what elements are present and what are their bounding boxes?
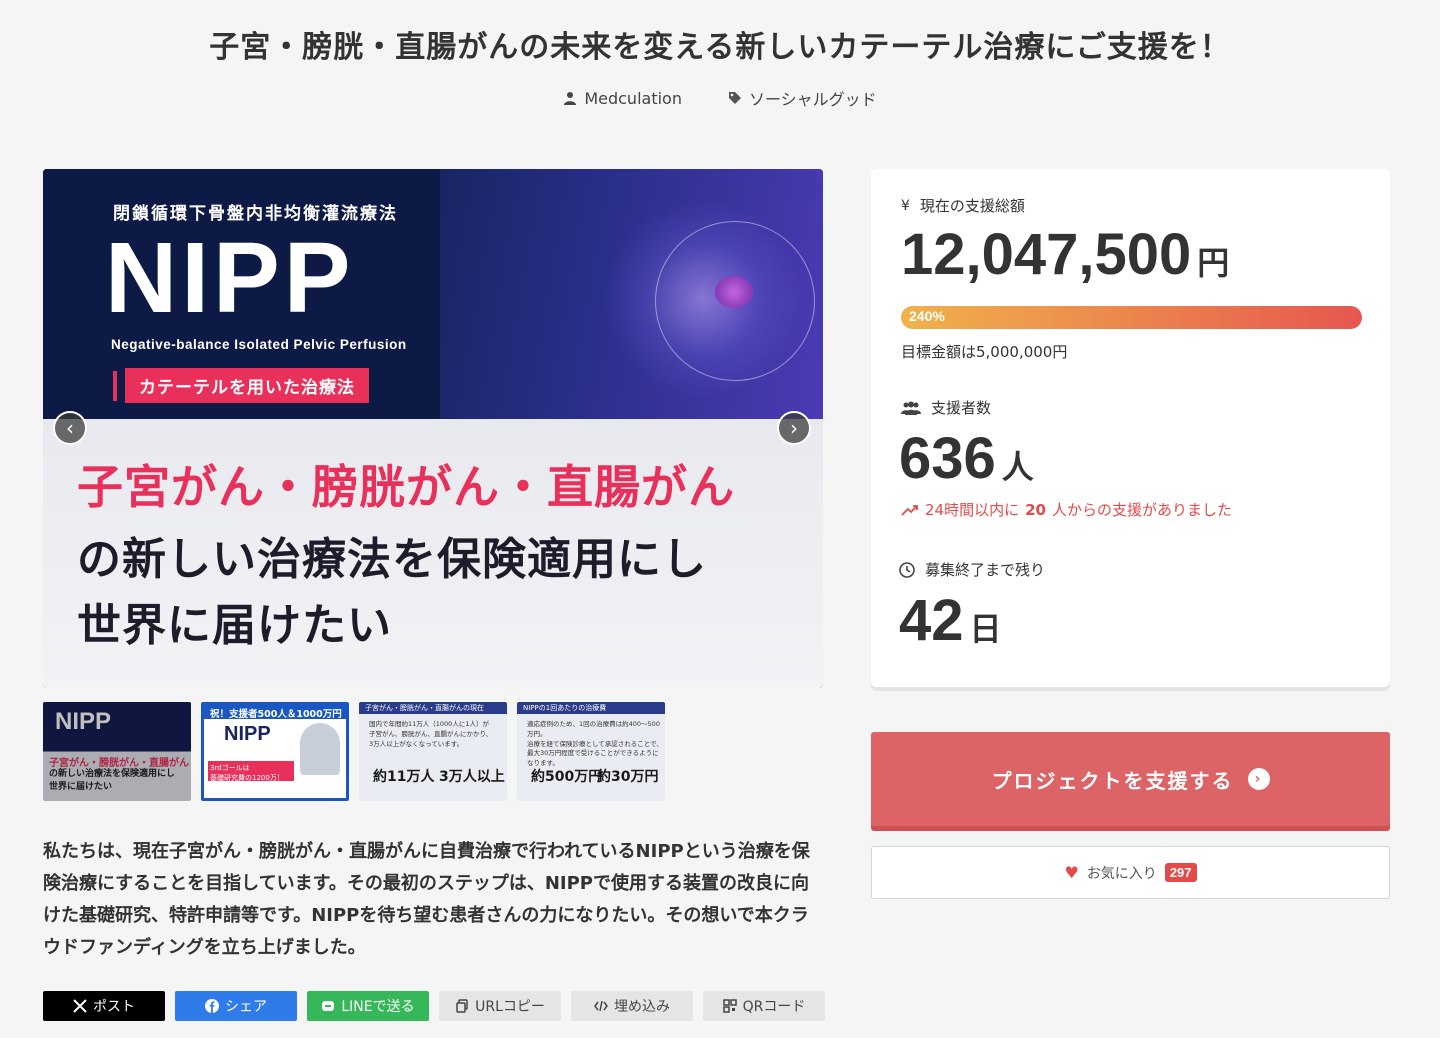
share-line-label: LINEで送る xyxy=(341,999,415,1015)
thumb4-header: NIPPの1回あたりの治療費 xyxy=(517,702,665,714)
total-label: 現在の支援総額 xyxy=(919,197,1025,215)
total-label-row: ¥ 現在の支援総額 xyxy=(901,195,1025,216)
funding-panel: ¥ 現在の支援総額 12,047,500 円 240% 目標金額は5,000,0… xyxy=(871,169,1390,687)
favorite-label: お気に入り xyxy=(1086,865,1157,882)
owner-name: Medculation xyxy=(584,88,682,108)
thumb2-goal-box: 3rdゴールは 基礎研究費の1200万！ xyxy=(208,761,294,782)
thumb3-stat-1: 約11万人 xyxy=(373,769,435,785)
thumb2-portrait xyxy=(300,723,340,775)
line-icon xyxy=(322,1001,335,1011)
remaining-days-row: 42 日 xyxy=(899,587,1002,654)
carousel-prev-button[interactable]: ‹ xyxy=(53,411,87,445)
tumor-illustration xyxy=(715,276,753,308)
carousel-next-button[interactable]: › xyxy=(777,411,811,445)
copy-icon xyxy=(456,999,468,1013)
recent-backers-note: 24時間以内に 20 人からの支援がありました xyxy=(901,499,1232,520)
x-logo-icon xyxy=(73,999,87,1013)
thumb3-header: 子宮がん・膀胱がん・直腸がんの現在 xyxy=(359,702,507,714)
thumb2-logo: NIPP xyxy=(224,723,271,745)
project-meta: Medculation ソーシャルグッド xyxy=(0,86,1440,110)
backers-count-row: 636 人 xyxy=(899,425,1034,492)
catheter-tag-bar xyxy=(113,370,117,401)
code-icon xyxy=(594,1000,608,1012)
thumb4-stat-2: 約30万円 xyxy=(597,769,659,785)
recent-count: 20 xyxy=(1025,500,1046,519)
thumb1-active-shade xyxy=(43,702,191,801)
share-x-label: ポスト xyxy=(93,999,135,1015)
share-facebook-label: シェア xyxy=(225,999,267,1015)
embed-label: 埋め込み xyxy=(614,999,670,1015)
facebook-icon xyxy=(205,999,219,1013)
project-title: 子宮・膀胱・直腸がんの未来を変える新しいカテーテル治療にご支援を！ xyxy=(209,30,1231,65)
hero-catheter-tag: カテーテルを用いた治療法 xyxy=(113,368,369,403)
total-amount: 12,047,500 xyxy=(901,222,1192,287)
progress-bar: 240% xyxy=(901,306,1362,329)
embed-button[interactable]: 埋め込み xyxy=(571,991,693,1021)
qr-code-button[interactable]: QRコード xyxy=(703,991,825,1021)
thumb3-text: 国内で年間約11万人（1000人に1人）が 子宮がん、膀胱がん、直腸がんにかかり、… xyxy=(369,720,493,748)
hero-carousel[interactable]: 閉鎖循環下骨盤内非均衡灌流療法 NIPP Negative-balance Is… xyxy=(43,169,823,688)
trending-up-icon xyxy=(901,504,918,516)
chevron-right-icon: › xyxy=(1247,768,1270,790)
qr-icon xyxy=(722,999,737,1013)
hero-headline-2: の新しい治療法を保険適用にし xyxy=(77,534,707,585)
total-unit: 円 xyxy=(1197,244,1230,282)
remaining-label-row: 募集終了まで残り xyxy=(899,559,1045,580)
backers-label: 支援者数 xyxy=(931,399,992,417)
thumbnail-2[interactable]: 祝！支援者500人＆1000万円達成！ NIPP 3rdゴールは基礎研究費の12… xyxy=(201,702,349,801)
project-description: 私たちは、現在子宮がん・膀胱がん・直腸がんに自費治療で行われているNIPPという… xyxy=(43,841,810,958)
remaining-unit: 日 xyxy=(969,610,1002,648)
yen-icon: ¥ xyxy=(901,197,910,214)
carousel-thumbnails: NIPP 子宮がん・膀胱がん・直腸がん の新しい治療法を保険適用にし 世界に届けた… xyxy=(43,702,665,801)
share-bar: ポスト シェア LINEで送る URLコピー 埋め込み QRコード xyxy=(43,991,825,1021)
remaining-label: 募集終了まで残り xyxy=(925,561,1046,579)
share-x-button[interactable]: ポスト xyxy=(43,991,165,1021)
favorite-button[interactable]: ♥ お気に入り 297 xyxy=(871,846,1390,899)
backers-count: 636 xyxy=(899,426,996,491)
qr-code-label: QRコード xyxy=(742,999,806,1015)
recent-prefix: 24時間以内に xyxy=(925,501,1020,519)
progress-percent: 240% xyxy=(909,308,945,324)
thumbnail-3[interactable]: 子宮がん・膀胱がん・直腸がんの現在 国内で年間約11万人（1000人に1人）が子… xyxy=(359,702,507,801)
hero-nipp-logo: NIPP xyxy=(105,222,355,334)
hero-nipp-fullname: Negative-balance Isolated Pelvic Perfusi… xyxy=(111,337,407,352)
goal-amount: 目標金額は5,000,000円 xyxy=(901,343,1068,361)
catheter-tag-label: カテーテルを用いた治療法 xyxy=(125,368,369,403)
backers-unit: 人 xyxy=(1001,448,1034,486)
tag-icon xyxy=(728,92,741,104)
hero-headline-3: 世界に届けたい xyxy=(77,600,392,651)
thumb4-stat-1: 約500万円 xyxy=(531,769,603,785)
thumb3-stat-2: 3万人以上 xyxy=(439,769,505,785)
clock-icon xyxy=(899,561,915,578)
total-amount-row: 12,047,500 円 xyxy=(901,221,1229,288)
category-name: ソーシャルグッド xyxy=(748,90,877,109)
users-icon xyxy=(901,401,921,415)
owner-link[interactable]: Medculation xyxy=(563,86,682,110)
user-icon xyxy=(564,92,577,105)
favorite-count-badge: 297 xyxy=(1164,863,1197,882)
share-line-button[interactable]: LINEで送る xyxy=(307,991,429,1021)
remaining-days: 42 xyxy=(899,588,964,653)
url-copy-label: URLコピー xyxy=(475,999,545,1015)
url-copy-button[interactable]: URLコピー xyxy=(439,991,561,1021)
thumb4-text: 適応症例のため、1回の治療費は約400〜500万円。 治療を経て保険診療として承認… xyxy=(527,720,663,767)
heart-icon: ♥ xyxy=(1064,863,1079,882)
recent-suffix: 人からの支援がありました xyxy=(1051,501,1232,519)
category-link[interactable]: ソーシャルグッド xyxy=(728,86,877,110)
thumbnail-1[interactable]: NIPP 子宮がん・膀胱がん・直腸がん の新しい治療法を保険適用にし 世界に届けた… xyxy=(43,702,191,801)
thumbnail-4[interactable]: NIPPの1回あたりの治療費 適応症例のため、1回の治療費は約400〜500万円… xyxy=(517,702,665,801)
support-project-button[interactable]: プロジェクトを支援する › xyxy=(871,732,1390,826)
share-facebook-button[interactable]: シェア xyxy=(175,991,297,1021)
backers-label-row: 支援者数 xyxy=(901,397,991,418)
support-button-label: プロジェクトを支援する xyxy=(991,768,1234,793)
hero-headline-red: 子宮がん・膀胱がん・直腸がん xyxy=(77,460,735,514)
